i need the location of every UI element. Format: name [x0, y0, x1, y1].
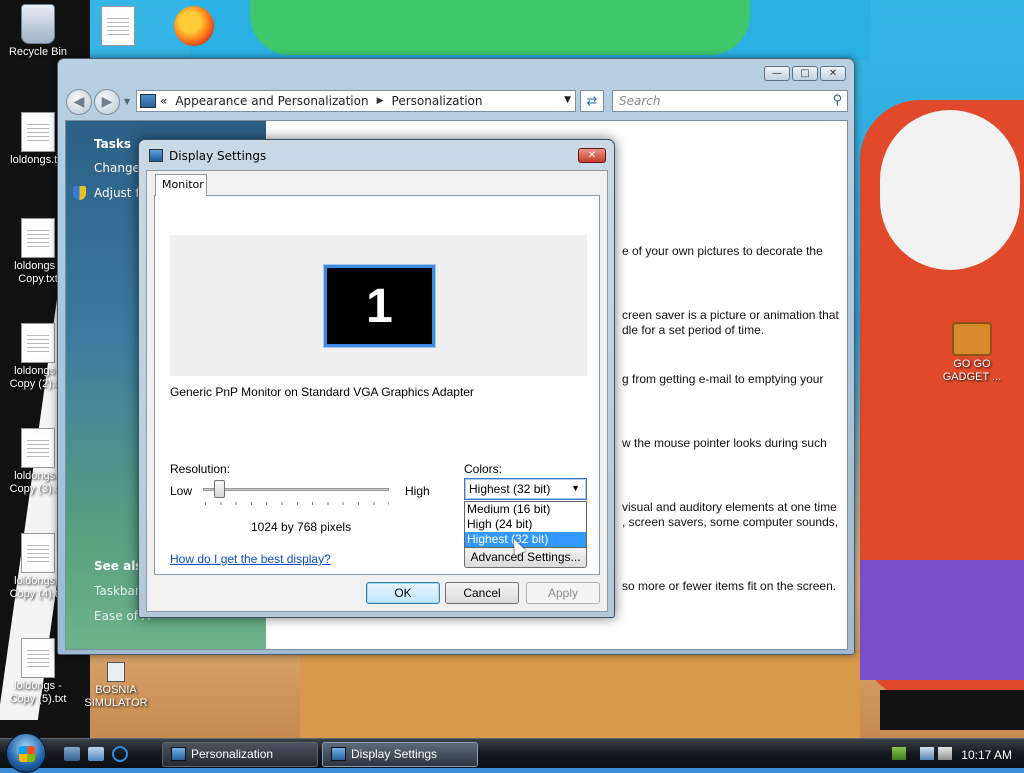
content-line: creen saver is a picture or animation th… — [622, 308, 839, 322]
apply-button[interactable]: Apply — [526, 582, 600, 604]
colors-option-medium[interactable]: Medium (16 bit) — [465, 502, 586, 517]
breadcrumb-separator-icon[interactable]: ▶ — [377, 96, 384, 106]
desktop-icon-text-file[interactable] — [80, 6, 156, 48]
monitor-tab-panel: 1 Generic PnP Monitor on Standard VGA Gr… — [154, 195, 600, 575]
maximize-button[interactable]: □ — [792, 66, 818, 81]
system-tray: 10:17 AM — [886, 741, 1024, 767]
clock[interactable]: 10:17 AM — [961, 748, 1012, 762]
address-dropdown-icon[interactable]: ▼ — [564, 95, 571, 105]
desktop-icon-label: BOSNIA SIMULATOR — [84, 684, 148, 709]
resolution-low-label: Low — [170, 484, 193, 498]
address-bar[interactable]: « Appearance and Personalization ▶ Perso… — [136, 90, 576, 112]
content-line: so more or fewer items fit on the screen… — [622, 579, 837, 593]
minimize-button[interactable]: — — [764, 66, 790, 81]
help-link[interactable]: How do I get the best display? — [170, 552, 331, 566]
content-line: , screen savers, some computer sounds, — [622, 515, 839, 529]
resolution-slider-track[interactable] — [203, 488, 389, 491]
briefcase-icon — [952, 322, 992, 356]
search-input[interactable]: Search ⚲ — [612, 90, 848, 112]
security-center-icon[interactable] — [892, 747, 906, 760]
resolution-slider-thumb[interactable] — [214, 480, 225, 498]
desktop-icon-label: GO GO GADGET ... — [942, 358, 1002, 383]
content-line: visual and auditory elements at one time — [622, 500, 837, 514]
content-line: g from getting e-mail to emptying your — [622, 372, 824, 386]
content-line: w the mouse pointer looks during such — [622, 436, 827, 450]
dialog-client-area: Monitor 1 Generic PnP Monitor on Standar… — [146, 170, 608, 612]
display-settings-dialog: Display Settings ✕ Monitor 1 Generic PnP… — [138, 139, 615, 618]
tasks-heading: Tasks — [94, 137, 132, 151]
taskbar-button-label: Display Settings — [351, 747, 438, 761]
monitor-1-preview[interactable]: 1 — [324, 265, 435, 347]
navigation-bar: ◀ ▶ ▼ « Appearance and Personalization ▶… — [66, 87, 848, 117]
colors-option-highest[interactable]: Highest (32 bit) — [465, 532, 586, 547]
text-file-icon — [101, 6, 135, 46]
breadcrumb-appearance[interactable]: Appearance and Personalization — [175, 94, 368, 108]
desktop-icon-label: Recycle Bin — [8, 46, 68, 58]
monitor-description: Generic PnP Monitor on Standard VGA Grap… — [170, 385, 474, 399]
volume-muted-icon[interactable] — [938, 747, 952, 760]
dialog-title: Display Settings — [169, 149, 267, 163]
display-settings-icon — [149, 149, 163, 162]
text-file-icon — [21, 638, 55, 678]
recent-pages-dropdown[interactable]: ▼ — [124, 97, 130, 106]
colors-selected-value: Highest (32 bit) — [469, 482, 551, 496]
control-panel-icon — [140, 94, 156, 108]
resolution-value: 1024 by 768 pixels — [251, 520, 352, 534]
refresh-button[interactable]: ⇄ — [580, 90, 604, 112]
content-line: e of your own pictures to decorate the — [622, 244, 823, 258]
colors-label: Colors: — [464, 462, 503, 476]
cancel-button[interactable]: Cancel — [445, 582, 519, 604]
desktop-icon-label: loldongs - Copy (5).txt — [9, 680, 67, 705]
resolution-high-label: High — [405, 484, 430, 498]
desktop-icon-go-go-gadget[interactable]: GO GO GADGET ... — [934, 316, 1010, 384]
search-icon[interactable]: ⚲ — [832, 93, 842, 108]
recycle-bin-icon — [21, 4, 55, 44]
shortcut-icon — [107, 662, 125, 682]
close-button[interactable]: ✕ — [820, 66, 846, 81]
firefox-icon — [174, 6, 214, 46]
back-button[interactable]: ◀ — [66, 89, 92, 115]
taskbar-button-personalization[interactable]: Personalization — [162, 742, 318, 767]
ok-button[interactable]: OK — [366, 582, 440, 604]
text-file-icon — [21, 112, 55, 152]
window-caption-buttons: — □ ✕ — [764, 66, 846, 81]
text-file-icon — [21, 218, 55, 258]
control-panel-icon — [171, 747, 186, 761]
switch-windows-icon[interactable] — [88, 747, 104, 761]
internet-explorer-icon[interactable] — [112, 746, 128, 762]
monitor-number: 1 — [366, 279, 393, 333]
desktop-icon-recycle-bin[interactable]: Recycle Bin — [0, 4, 76, 59]
monitor-preview-area: 1 — [170, 235, 587, 376]
tab-monitor[interactable]: Monitor — [155, 174, 207, 196]
desktop-icon-label: loldongs - Copy.txt — [14, 260, 62, 285]
taskbar: Personalization Display Settings 10:17 A… — [0, 733, 1024, 773]
chevron-down-icon[interactable]: ▼ — [571, 483, 580, 493]
content-line: dle for a set period of time. — [622, 323, 765, 337]
resolution-label: Resolution: — [170, 462, 231, 476]
text-file-icon — [21, 428, 55, 468]
text-file-icon — [21, 323, 55, 363]
start-button[interactable] — [6, 733, 46, 773]
display-settings-icon — [331, 747, 346, 761]
taskbar-button-display-settings[interactable]: Display Settings — [322, 742, 478, 767]
search-placeholder: Search — [619, 94, 661, 108]
resolution-slider-ticks — [205, 502, 389, 505]
desktop-icon-bosnia-simulator[interactable]: BOSNIA SIMULATOR — [78, 662, 154, 710]
network-icon[interactable] — [920, 747, 934, 760]
text-file-icon — [21, 533, 55, 573]
colors-select[interactable]: Highest (32 bit) ▼ — [464, 478, 587, 500]
breadcrumb-personalization[interactable]: Personalization — [392, 94, 483, 108]
colors-option-high[interactable]: High (24 bit) — [465, 517, 586, 532]
forward-button[interactable]: ▶ — [94, 89, 120, 115]
show-desktop-icon[interactable] — [64, 747, 80, 761]
uac-shield-icon — [73, 186, 86, 200]
dialog-close-button[interactable]: ✕ — [578, 148, 606, 163]
taskbar-button-label: Personalization — [191, 747, 274, 761]
desktop-icon-firefox[interactable] — [156, 6, 232, 48]
colors-dropdown-list: Medium (16 bit) High (24 bit) Highest (3… — [464, 501, 587, 548]
breadcrumb-prefix[interactable]: « — [160, 94, 167, 108]
